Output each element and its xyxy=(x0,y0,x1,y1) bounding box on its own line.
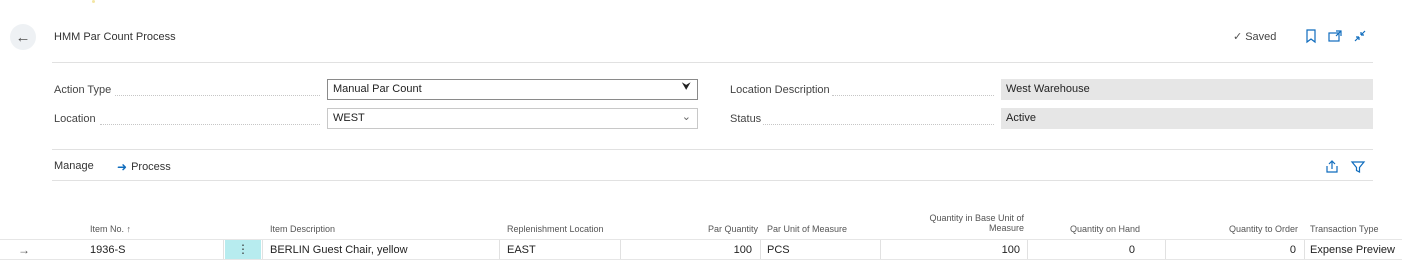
arrow-left-icon: ← xyxy=(15,28,31,46)
filter-icon[interactable] xyxy=(1350,159,1366,175)
cell-replenishment-location[interactable]: EAST xyxy=(507,240,536,259)
saved-label: Saved xyxy=(1245,31,1277,43)
dotted-leader xyxy=(100,124,320,125)
column-header-item-description[interactable]: Item Description xyxy=(270,224,335,234)
dotted-leader xyxy=(832,95,994,96)
cell-item-no[interactable]: 1936-S xyxy=(90,240,125,259)
location-description-label: Location Description xyxy=(730,84,830,96)
decorative-dot xyxy=(92,0,95,3)
cell-par-unit[interactable]: PCS xyxy=(767,240,790,259)
cell-divider xyxy=(262,240,263,259)
column-header-par-unit[interactable]: Par Unit of Measure xyxy=(767,224,847,234)
cell-qty-base[interactable]: 100 xyxy=(900,240,1020,259)
actionbar-bottom-divider xyxy=(52,180,1373,181)
bookmark-icon[interactable] xyxy=(1303,28,1319,44)
cell-par-quantity[interactable]: 100 xyxy=(690,240,752,259)
cell-divider xyxy=(1027,240,1028,259)
check-icon: ✓ xyxy=(1233,31,1243,43)
more-options-icon: ⋮ xyxy=(237,242,249,256)
cell-divider xyxy=(223,240,224,259)
manage-menu[interactable]: Manage xyxy=(54,160,94,172)
arrow-right-icon: → xyxy=(18,243,30,257)
action-type-label: Action Type xyxy=(54,84,112,96)
column-header-qty-to-order[interactable]: Quantity to Order xyxy=(1190,224,1298,234)
cell-qty-on-hand[interactable]: 0 xyxy=(1040,240,1135,259)
status-field: Active xyxy=(1001,108,1373,129)
action-type-select[interactable]: Manual Par Count ⮟ xyxy=(327,79,698,100)
actionbar-top-divider xyxy=(52,149,1373,150)
column-header-transaction-type[interactable]: Transaction Type xyxy=(1310,224,1379,234)
column-header-replenishment-location[interactable]: Replenishment Location xyxy=(507,224,604,234)
dotted-leader xyxy=(115,95,320,96)
process-icon: ➜ xyxy=(117,160,128,174)
status-label: Status xyxy=(730,113,762,125)
cell-divider xyxy=(760,240,761,259)
share-icon[interactable] xyxy=(1324,159,1340,175)
column-header-qty-base[interactable]: Quantity in Base Unit of Measure xyxy=(900,213,1024,233)
cell-qty-to-order[interactable]: 0 xyxy=(1190,240,1296,259)
dotted-leader xyxy=(763,124,994,125)
cell-divider xyxy=(499,240,500,259)
page-title: HMM Par Count Process xyxy=(54,31,176,43)
cell-transaction-type[interactable]: Expense Preview xyxy=(1310,240,1395,259)
process-label: Process xyxy=(131,161,171,173)
cell-divider xyxy=(880,240,881,259)
cell-item-description[interactable]: BERLIN Guest Chair, yellow xyxy=(270,240,408,259)
location-select[interactable]: WEST ⌄ xyxy=(327,108,698,129)
saved-status: ✓ Saved xyxy=(1233,30,1276,43)
chevron-down-icon: ⌄ xyxy=(681,111,691,123)
location-description-field: West Warehouse xyxy=(1001,79,1373,100)
action-type-value: Manual Par Count xyxy=(333,83,422,95)
location-value: WEST xyxy=(333,112,365,124)
column-header-item-no[interactable]: Item No. ↑ xyxy=(90,224,131,234)
open-new-window-icon[interactable] xyxy=(1327,28,1343,44)
row-menu-button[interactable]: ⋮ xyxy=(225,240,261,259)
process-action[interactable]: ➜ Process xyxy=(117,160,171,174)
cell-divider xyxy=(1304,240,1305,259)
column-header-par-quantity[interactable]: Par Quantity xyxy=(690,224,758,234)
table-row[interactable]: → 1936-S ⋮ BERLIN Guest Chair, yellow EA… xyxy=(0,239,1402,260)
cell-divider xyxy=(1165,240,1166,259)
column-header-qty-on-hand[interactable]: Quantity on Hand xyxy=(1040,224,1140,234)
chevron-down-icon: ⮟ xyxy=(681,81,691,93)
header-divider xyxy=(52,62,1373,63)
collapse-icon[interactable] xyxy=(1352,28,1368,44)
cell-divider xyxy=(620,240,621,259)
back-button[interactable]: ← xyxy=(10,24,36,50)
location-label: Location xyxy=(54,113,96,125)
